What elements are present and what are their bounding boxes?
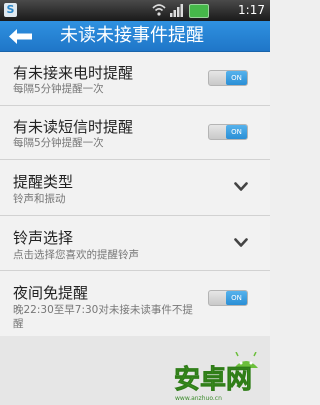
chevron-down-icon[interactable] <box>234 182 248 192</box>
setting-description: 铃声和振动 <box>13 193 66 205</box>
battery-icon <box>189 4 209 18</box>
setting-label: 有未读短信时提醒 <box>13 118 134 136</box>
app-notification-icon: S <box>4 3 17 17</box>
toggle-on-label: ON <box>226 125 247 139</box>
missed-call-toggle[interactable]: ON <box>208 70 248 86</box>
back-arrow-icon[interactable] <box>8 28 34 45</box>
setting-label: 夜间免提醒 <box>13 284 89 302</box>
setting-missed-call-reminder[interactable]: 有未接来电时提醒 每隔5分钟提醒一次 ON <box>0 52 270 106</box>
svg-text:安卓网: 安卓网 <box>174 365 252 394</box>
anzhuo-watermark-logo: 安卓网 <box>174 352 258 394</box>
night-mute-toggle[interactable]: ON <box>208 290 248 306</box>
setting-label: 提醒类型 <box>13 173 74 191</box>
chevron-down-icon[interactable] <box>234 238 248 248</box>
setting-description: 每隔5分钟提醒一次 <box>13 83 104 95</box>
unread-sms-toggle[interactable]: ON <box>208 124 248 140</box>
setting-unread-sms-reminder[interactable]: 有未读短信时提醒 每隔5分钟提醒一次 ON <box>0 106 270 160</box>
page-title: 未读未接事件提醒 <box>60 25 204 46</box>
setting-label: 有未接来电时提醒 <box>13 64 134 82</box>
toggle-on-label: ON <box>226 291 247 305</box>
watermark-url: www.anzhuo.cn <box>175 395 222 402</box>
setting-reminder-type[interactable]: 提醒类型 铃声和振动 <box>0 160 270 216</box>
setting-night-mute[interactable]: 夜间免提醒 晚22:30至早7:30对未接未读事件不提醒 ON <box>0 271 270 338</box>
settings-list: 有未接来电时提醒 每隔5分钟提醒一次 ON 有未读短信时提醒 每隔5分钟提醒一次… <box>0 52 270 338</box>
wifi-icon <box>152 4 166 16</box>
signal-icon <box>170 4 183 17</box>
clock: 1:17 <box>238 3 265 17</box>
title-bar: 未读未接事件提醒 <box>0 21 270 52</box>
setting-description: 晚22:30至早7:30对未接未读事件不提醒 <box>13 304 193 330</box>
status-bar: S 1:17 <box>0 0 270 21</box>
setting-ringtone-select[interactable]: 铃声选择 点击选择您喜欢的提醒铃声 <box>0 216 270 271</box>
toggle-on-label: ON <box>226 71 247 85</box>
setting-label: 铃声选择 <box>13 229 74 247</box>
setting-description: 点击选择您喜欢的提醒铃声 <box>13 249 139 261</box>
setting-description: 每隔5分钟提醒一次 <box>13 137 104 149</box>
